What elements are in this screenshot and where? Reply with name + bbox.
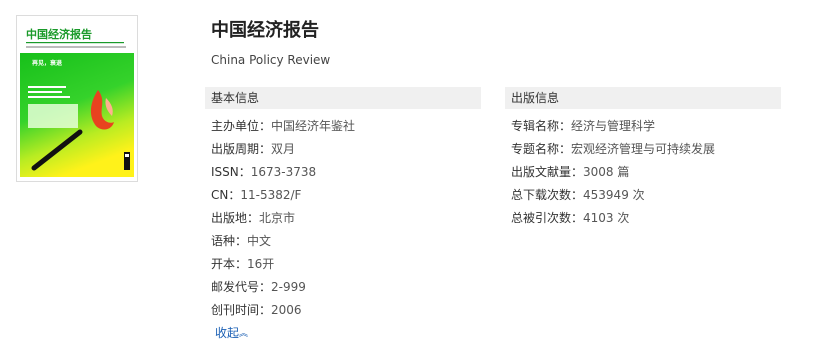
info-value: 宏观经济管理与可持续发展 [571,142,716,156]
journal-detail-page: 中国经济报告 再见，衰退 中国经济报告 China Policy Review … [0,0,819,360]
info-row: 专辑名称：经济与管理科学 [505,115,781,138]
info-key: 语种： [211,234,248,248]
info-key: 创刊时间： [211,303,272,317]
double-chevron-up-icon: ︽ [239,329,249,339]
info-row: 总被引次数：4103 次 [505,207,781,230]
info-row: 邮发代号：2-999 [205,276,481,299]
info-key: 专题名称： [511,142,572,156]
info-key: 开本： [211,257,248,271]
cover-masthead: 中国经济报告 [26,27,92,41]
info-value: 11-5382/F [240,188,302,202]
collapse-label: 收起 [215,326,240,340]
info-key: 总被引次数： [511,211,584,225]
info-value: 北京市 [259,211,296,225]
info-row: 主办单位：中国经济年鉴社 [205,115,481,138]
publication-info-section: 出版信息 专辑名称：经济与管理科学 专题名称：宏观经济管理与可持续发展 出版文献量：… [505,87,781,230]
info-value: 双月 [271,142,296,156]
basic-info-section: 基本信息 主办单位：中国经济年鉴社 出版周期：双月 ISSN：1673-3738 CN… [205,87,481,342]
cover-headline: 再见，衰退 [32,59,62,67]
info-row: 创刊时间：2006 [205,299,481,322]
collapse-link[interactable]: 收起︽ [215,325,248,342]
info-value: 1673-3738 [250,165,317,179]
info-row: 语种：中文 [205,230,481,253]
basic-info-header: 基本信息 [205,87,481,109]
info-row: 总下载次数：453949 次 [505,184,781,207]
info-value: 中文 [247,234,272,248]
info-key: CN： [211,188,241,202]
info-value: 2-999 [271,280,306,294]
info-value: 经济与管理科学 [571,119,656,133]
info-key: 专辑名称： [511,119,572,133]
journal-english-title: China Policy Review [211,53,331,67]
info-key: 出版文献量： [511,165,584,179]
info-key: 出版周期： [211,142,272,156]
info-row: ISSN：1673-3738 [205,161,481,184]
info-key: 总下载次数： [511,188,584,202]
info-row: 开本：16开 [205,253,481,276]
info-value: 中国经济年鉴社 [271,119,356,133]
info-value: 3008 篇 [583,165,630,179]
cover-artwork: 中国经济报告 再见，衰退 [20,20,134,177]
info-value: 4103 次 [583,211,630,225]
info-row: 出版文献量：3008 篇 [505,161,781,184]
publication-info-header: 出版信息 [505,87,781,109]
info-key: 出版地： [211,211,260,225]
info-key: 主办单位： [211,119,272,133]
basic-info-list: 主办单位：中国经济年鉴社 出版周期：双月 ISSN：1673-3738 CN：11-5… [205,109,481,322]
info-row: 出版地：北京市 [205,207,481,230]
info-value: 2006 [271,303,302,317]
info-key: 邮发代号： [211,280,272,294]
journal-title: 中国经济报告 [211,20,319,41]
publication-info-list: 专辑名称：经济与管理科学 专题名称：宏观经济管理与可持续发展 出版文献量：3008 … [505,109,781,230]
info-row: 专题名称：宏观经济管理与可持续发展 [505,138,781,161]
info-row: 出版周期：双月 [205,138,481,161]
journal-cover-image[interactable]: 中国经济报告 再见，衰退 [16,15,138,182]
info-value: 16开 [247,257,275,271]
info-row: CN：11-5382/F [205,184,481,207]
info-key: ISSN： [211,165,251,179]
info-value: 453949 次 [583,188,645,202]
